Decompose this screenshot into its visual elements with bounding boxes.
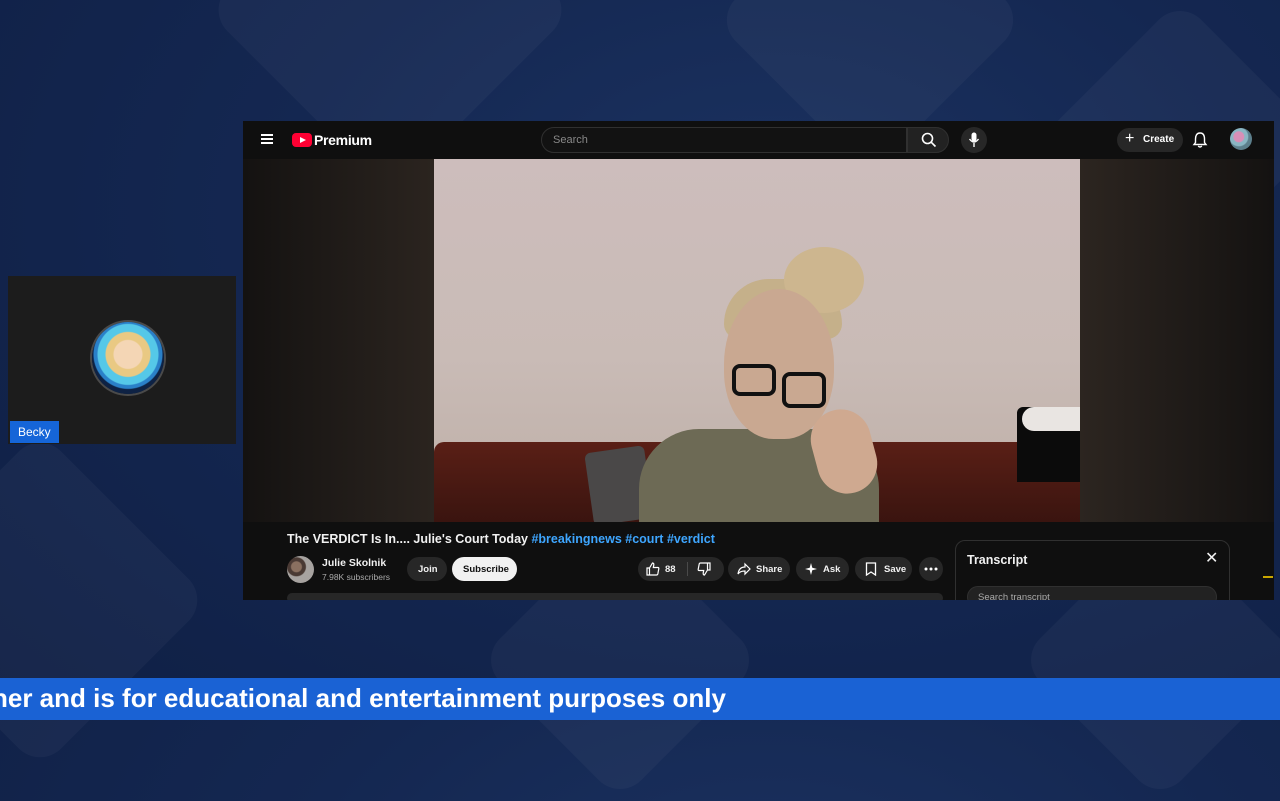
participant-avatar [92,322,164,394]
close-icon[interactable]: ✕ [1205,551,1218,567]
more-actions-button[interactable] [919,557,943,581]
dislike-icon[interactable] [697,562,711,576]
like-count: 88 [665,564,676,575]
video-title: The VERDICT Is In.... Julie's Court Toda… [287,532,715,546]
subscribe-button[interactable]: Subscribe [452,557,517,581]
video-player[interactable] [243,159,1274,522]
plus-icon: + [1125,130,1135,147]
bell-icon [1192,132,1208,148]
scene-lamp-top [1022,407,1080,431]
menu-icon[interactable] [261,134,273,144]
search-input[interactable] [541,127,907,153]
search-button[interactable] [907,127,949,153]
join-label: Join [418,564,438,575]
save-label: Save [884,564,907,575]
channel-avatar[interactable] [287,556,314,583]
mic-icon [968,132,980,147]
avatar[interactable] [1230,128,1252,150]
share-label: Share [756,564,783,575]
share-button[interactable]: Share [728,557,790,581]
scene-glasses-left [732,364,776,396]
hashtag-link[interactable]: #breakingnews [531,532,621,546]
subscribe-label: Subscribe [463,564,509,575]
like-divider [687,562,688,576]
participant-name-tag: Becky [10,421,59,443]
transcript-panel: Transcript ✕ [955,540,1230,600]
hashtag-link[interactable]: #verdict [667,532,715,546]
join-button[interactable]: Join [407,557,447,581]
description-box[interactable] [287,593,943,600]
ask-sparkle-icon [805,563,817,575]
video-title-text: The VERDICT Is In.... Julie's Court Toda… [287,532,528,546]
subscriber-count: 7.98K subscribers [322,572,391,582]
share-icon [737,562,751,576]
webcam-tile [8,276,236,444]
logo-text[interactable]: Premium [314,132,372,148]
more-icon [924,567,938,571]
video-backdrop-left [243,159,434,522]
save-bookmark-icon [865,562,877,576]
youtube-header: Premium + Create [243,121,1274,159]
youtube-logo-icon[interactable] [292,133,312,147]
ask-button[interactable]: Ask [796,557,849,581]
youtube-window: Premium + Create [243,121,1274,600]
like-dislike-group[interactable]: 88 [638,557,724,581]
ask-label: Ask [823,564,841,575]
video-backdrop-right [1080,159,1274,522]
transcript-title: Transcript [967,553,1028,567]
disclaimer-ticker: her and is for educational and entertain… [0,678,1280,720]
scroll-marker [1263,576,1273,578]
save-button[interactable]: Save [855,557,912,581]
create-button[interactable]: + Create [1117,128,1183,152]
scene-glasses-right [782,372,826,408]
video-frame [434,159,1080,522]
notifications-button[interactable] [1191,131,1209,149]
like-icon[interactable] [646,562,660,576]
voice-search-button[interactable] [961,127,987,153]
ticker-text: her and is for educational and entertain… [0,683,726,713]
search-icon [921,132,937,148]
channel-name[interactable]: Julie Skolnik [322,557,386,569]
transcript-search-input[interactable] [967,586,1217,600]
hashtag-link[interactable]: #court [625,532,663,546]
create-label: Create [1143,134,1175,145]
